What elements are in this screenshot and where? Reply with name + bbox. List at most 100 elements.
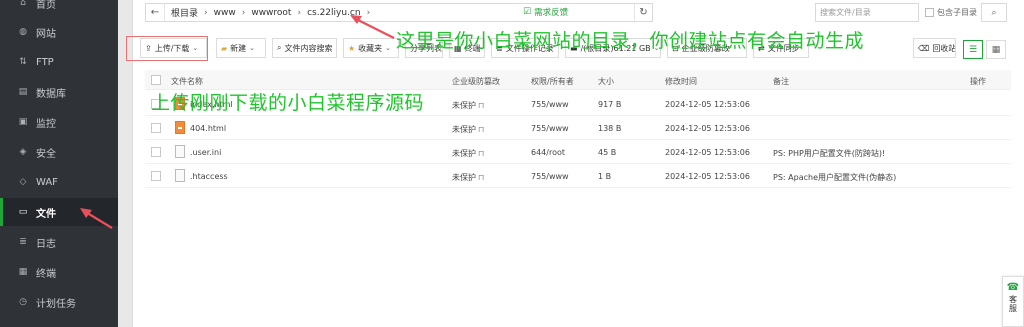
refresh-icon[interactable]: ↻ (634, 4, 652, 21)
chevron-down-icon: ⌄ (192, 44, 199, 52)
tamper-status[interactable]: 未保护 ⊓ (452, 124, 484, 135)
breadcrumb-site[interactable]: cs.22liyu.cn (307, 8, 361, 18)
row-checkbox[interactable] (151, 147, 161, 157)
sidebar-item-cron[interactable]: ◷ 计划任务 (0, 288, 118, 316)
sidebar-item-ftp[interactable]: ⇅ FTP (0, 48, 118, 76)
sidebar-item-label: 首页 (36, 0, 56, 11)
file-name[interactable]: 404.html (190, 124, 226, 133)
col-name[interactable]: 文件名称 (171, 76, 203, 87)
sidebar-item-label: 监控 (36, 118, 56, 130)
col-action: 操作 (970, 77, 986, 86)
file-size: 917 B (598, 100, 622, 109)
checkbox-icon (925, 8, 934, 17)
sidebar-item-label: 日志 (36, 238, 56, 250)
upload-download-button[interactable]: ⇪ 上传/下载 ⌄ (140, 38, 207, 58)
sidebar-item-monitor[interactable]: ▣ 监控 (0, 108, 118, 136)
file-size: 45 B (598, 148, 617, 157)
col-remark: 备注 (773, 77, 789, 86)
breadcrumb-wwwroot[interactable]: wwwroot (251, 8, 291, 18)
new-file-icon: ▰ (221, 43, 228, 53)
search-input[interactable]: 搜索文件/目录 (815, 3, 919, 22)
select-all-checkbox[interactable] (151, 75, 161, 85)
upload-download-label: 上传/下载 (154, 43, 190, 53)
sidebar-item-label: 安全 (36, 148, 56, 160)
breadcrumb-root[interactable]: 根目录 (171, 6, 198, 19)
breadcrumb-www[interactable]: www (214, 8, 236, 18)
row-checkbox[interactable] (151, 123, 161, 133)
new-button[interactable]: ▰ 新建 ⌄ (216, 38, 266, 58)
customer-service-widget[interactable]: ☎ 客服 (1002, 276, 1024, 327)
modified-time: 2024-12-05 12:53:06 (665, 124, 750, 133)
content-search-button[interactable]: ⌕ 文件内容搜索 (272, 38, 337, 58)
recycle-bin-button[interactable]: ⌫ 回收站 (913, 38, 956, 58)
sidebar-item-website[interactable]: ◍ 网站 (0, 18, 118, 46)
unlock-icon: ⊓ (478, 101, 485, 110)
sidebar: ⌂ 首页 ◍ 网站 ⇅ FTP ▤ 数据库 ▣ 监控 ◈ 安全 ◇ WAF ▭ … (0, 0, 118, 327)
file-icon (175, 169, 185, 182)
modified-time: 2024-12-05 12:53:06 (665, 172, 750, 181)
permission[interactable]: 755/www (531, 172, 569, 181)
waf-icon: ◇ (19, 177, 27, 187)
monitor-icon: ▣ (18, 117, 28, 127)
back-arrow-icon[interactable]: ← (146, 7, 164, 18)
chevron-right-icon: › (204, 7, 208, 18)
file-size: 1 B (598, 172, 612, 181)
sidebar-item-logs[interactable]: ≣ 日志 (0, 228, 118, 256)
feedback-link[interactable]: ☑ 需求反馈 (523, 6, 568, 18)
feedback-icon: ☑ (523, 7, 532, 17)
database-icon: ▤ (18, 87, 28, 97)
ftp-icon: ⇅ (19, 57, 27, 67)
trash-icon: ⌫ (918, 43, 930, 53)
col-size[interactable]: 大小 (598, 76, 614, 87)
include-subdir-label: 包含子目录 (937, 8, 977, 17)
chevron-right-icon: › (366, 7, 371, 18)
html-file-icon (175, 121, 185, 134)
unlock-icon: ⊓ (478, 149, 485, 158)
sidebar-item-security[interactable]: ◈ 安全 (0, 138, 118, 166)
modified-time: 2024-12-05 12:53:06 (665, 100, 750, 109)
tamper-status-label: 未保护 (452, 101, 476, 110)
path-bar[interactable]: ← 根目录 › www › wwwroot › cs.22liyu.cn › ↻ (145, 3, 653, 22)
sidebar-item-label: 网站 (36, 28, 56, 40)
col-permission[interactable]: 权限/所有者 (531, 76, 574, 87)
row-checkbox[interactable] (151, 171, 161, 181)
favorites-button[interactable]: ★ 收藏夹 ⌄ (343, 38, 399, 58)
sidebar-item-database[interactable]: ▤ 数据库 (0, 78, 118, 106)
col-tamper: 企业级防篡改 (452, 77, 500, 86)
remark[interactable]: PS: PHP用户配置文件(防跨站)! (773, 148, 885, 159)
sidebar-item-home[interactable]: ⌂ 首页 (0, 0, 118, 17)
file-table-header: 文件名称 企业级防篡改 权限/所有者 大小 修改时间 备注 操作 (145, 70, 1011, 90)
table-row[interactable]: .htaccess 未保护 ⊓ 755/www 1 B 2024-12-05 12… (145, 164, 1011, 188)
permission[interactable]: 755/www (531, 100, 569, 109)
chevron-right-icon: › (241, 7, 246, 18)
sidebar-item-files[interactable]: ▭ 文件 (0, 198, 118, 226)
home-icon: ⌂ (20, 0, 26, 8)
sidebar-item-waf[interactable]: ◇ WAF (0, 168, 118, 196)
favorites-label: 收藏夹 (358, 43, 383, 53)
file-name[interactable]: .user.ini (190, 148, 221, 157)
star-icon: ★ (348, 43, 356, 53)
tamper-status[interactable]: 未保护 ⊓ (452, 100, 484, 111)
schedule-icon: ◷ (19, 297, 27, 307)
include-subdir-checkbox[interactable]: 包含子目录 (925, 3, 977, 22)
file-icon (175, 145, 185, 158)
permission[interactable]: 755/www (531, 124, 569, 133)
headset-icon: ☎ (1006, 282, 1020, 293)
tamper-status[interactable]: 未保护 ⊓ (452, 148, 484, 159)
annotation-upload-source: 上传刚刚下载的小白菜程序源码 (151, 92, 425, 114)
search-icon: ⌕ (277, 43, 282, 52)
sidebar-item-label: 计划任务 (36, 298, 76, 310)
file-name[interactable]: .htaccess (190, 172, 228, 181)
tamper-status[interactable]: 未保护 ⊓ (452, 172, 484, 183)
permission[interactable]: 644/root (531, 148, 565, 157)
chevron-right-icon: › (297, 7, 302, 18)
search-icon[interactable]: ⌕ (981, 3, 1007, 22)
remark[interactable]: PS: Apache用户配置文件(伪静态) (773, 172, 896, 183)
list-view-icon[interactable]: ☰ (963, 40, 983, 59)
unlock-icon: ⊓ (478, 125, 485, 134)
grid-view-icon[interactable]: ▦ (986, 40, 1006, 59)
table-row[interactable]: .user.ini 未保护 ⊓ 644/root 45 B 2024-12-05 … (145, 140, 1011, 164)
sidebar-item-terminal[interactable]: ▦ 终端 (0, 258, 118, 286)
table-row[interactable]: 404.html 未保护 ⊓ 755/www 138 B 2024-12-05 1… (145, 116, 1011, 140)
col-mtime[interactable]: 修改时间 (665, 76, 697, 87)
